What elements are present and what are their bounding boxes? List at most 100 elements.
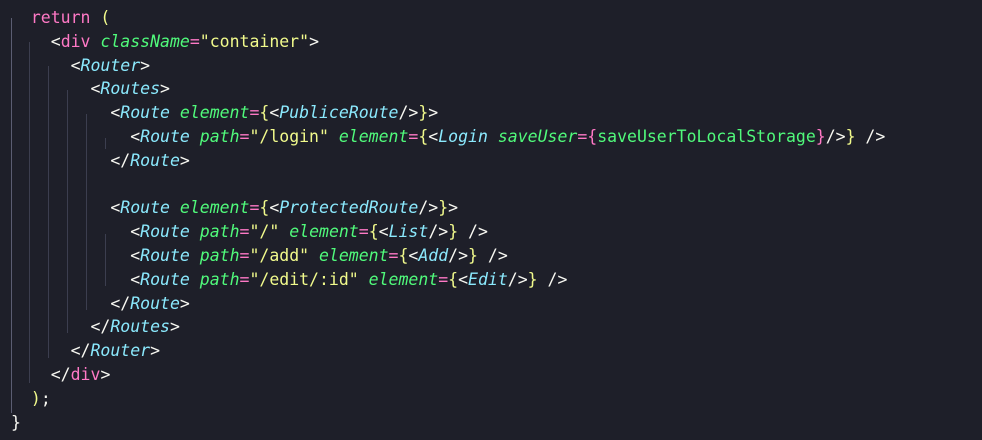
code-token: path [199, 127, 240, 146]
code-line[interactable]: </Route> [11, 292, 189, 316]
code-token: PubliceRoute [279, 103, 399, 123]
code-token: < [130, 222, 141, 242]
code-token: "/login" [249, 127, 329, 146]
code-token: { [587, 127, 598, 146]
code-token: = [249, 198, 260, 218]
code-token: < [458, 269, 469, 289]
code-token: element [289, 222, 359, 242]
code-token: "/edit/:id" [249, 269, 359, 289]
code-token: { [259, 198, 270, 218]
code-token: className [100, 31, 190, 51]
code-line[interactable]: </Router> [11, 339, 160, 363]
code-token: element [368, 269, 439, 289]
code-token: > [179, 150, 190, 170]
code-line[interactable]: <Routes> [11, 77, 169, 101]
code-token: /> [398, 103, 419, 123]
code-token: div [70, 365, 101, 384]
code-line[interactable]: <Route element={<ProtectedRoute/>}> [11, 196, 458, 220]
code-line[interactable]: <Route element={<PubliceRoute/>}> [11, 101, 438, 125]
code-line[interactable]: <Router> [11, 54, 150, 78]
code-token: } [418, 103, 429, 123]
code-token: </ [50, 365, 71, 384]
code-line[interactable]: </Routes> [11, 315, 180, 339]
code-line[interactable]: } [11, 411, 21, 435]
code-line[interactable]: return ( [11, 6, 110, 30]
code-token: Route [120, 198, 170, 218]
code-token: Routes [110, 317, 170, 337]
code-token: = [239, 246, 250, 265]
code-line[interactable]: <div className="container"> [11, 30, 319, 54]
code-token: ; [40, 388, 51, 408]
code-line[interactable]: <Route path="/add" element={<Add/>} /> [11, 244, 508, 268]
code-token: </ [110, 293, 131, 313]
code-token: </ [110, 150, 131, 170]
code-line[interactable]: <Route path="/login" element={<Login sav… [11, 125, 885, 149]
code-token: "container" [199, 31, 310, 51]
code-token: Router [80, 55, 141, 75]
code-token: } [468, 246, 478, 265]
code-token: /> [537, 269, 568, 289]
code-token: = [388, 246, 399, 265]
code-token: } [438, 198, 449, 218]
code-token: < [269, 198, 280, 218]
code-token: = [239, 222, 250, 242]
code-token: = [239, 269, 250, 289]
code-token: < [90, 79, 101, 99]
code-token: > [169, 317, 180, 337]
code-token: { [398, 246, 409, 265]
code-token: /> [477, 246, 508, 265]
code-token: saveUserToLocalStorage [597, 127, 816, 146]
code-token: < [110, 103, 121, 123]
code-token: element [179, 103, 250, 123]
code-token: < [408, 246, 419, 265]
code-line[interactable]: <Route path="/" element={<List/>} /> [11, 220, 488, 244]
code-token: path [199, 246, 240, 265]
code-token: < [130, 246, 141, 265]
code-token: > [140, 55, 151, 75]
code-token: Routes [100, 79, 161, 99]
code-token: saveUser [497, 127, 578, 146]
code-token: } [527, 269, 538, 289]
code-token: "/add" [249, 246, 310, 265]
code-token: < [269, 103, 280, 123]
code-token: < [110, 198, 121, 218]
code-editor[interactable]: return ( <div className="container"> <Ro… [0, 0, 982, 440]
code-line[interactable]: ); [11, 387, 51, 411]
code-token: Add [418, 246, 449, 265]
code-token: < [70, 55, 81, 75]
code-token: = [239, 127, 250, 146]
code-token: Router [90, 341, 151, 361]
code-line[interactable]: </div> [11, 363, 111, 387]
code-token: } [11, 412, 21, 432]
code-token: Route [140, 127, 190, 146]
code-token: Route [130, 293, 180, 313]
code-token: < [130, 127, 141, 146]
code-token: { [259, 103, 270, 123]
code-token: < [378, 222, 389, 242]
code-token: > [428, 103, 439, 123]
code-token: = [358, 222, 369, 242]
code-token: "/" [249, 222, 280, 242]
code-line[interactable]: </Route> [11, 149, 190, 173]
code-token: /> [428, 222, 449, 242]
code-token: div [60, 31, 91, 51]
code-token: element [338, 127, 409, 146]
code-token: /> [458, 222, 488, 242]
code-token: = [438, 269, 449, 289]
code-token: = [249, 103, 260, 123]
code-token: > [448, 198, 459, 218]
code-line[interactable]: <Route path="/edit/:id" element={<Edit/>… [11, 268, 567, 292]
code-token: return [30, 8, 91, 27]
code-token: Edit [468, 269, 508, 289]
code-token: ) [30, 388, 41, 408]
